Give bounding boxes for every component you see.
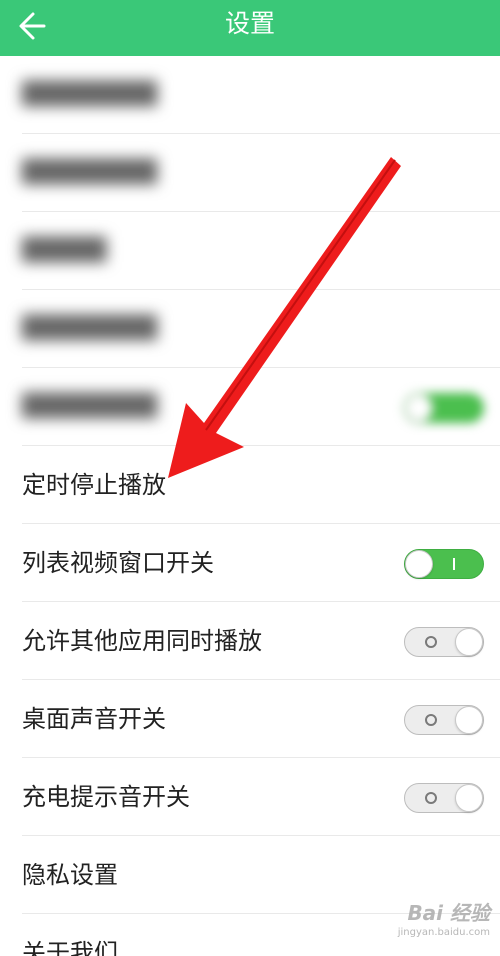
baidu-jingyan-watermark: Bai 经验 jingyan.baidu.com [380,900,490,948]
row-label: █████ [22,238,107,263]
row-label: 桌面声音开关 [22,705,166,733]
settings-row-blurred-3[interactable]: █████ [0,212,500,290]
settings-row-timer-stop[interactable]: 定时停止播放 [0,446,500,524]
toggle-off-mark-icon [425,636,437,648]
row-label: ████████ [22,82,158,107]
allow-other-apps-toggle[interactable] [404,627,484,657]
row-label: ████████ [22,160,158,185]
toggle-off-mark-icon [425,792,437,804]
settings-list: ████████ ████████ █████ ████████ ███████… [0,56,500,956]
desktop-sound-toggle[interactable] [404,705,484,735]
settings-row-blurred-5[interactable]: ████████ [0,368,500,446]
title-bar: 设置 [0,0,500,56]
row-label: ████████ [22,394,158,419]
toggle-knob [455,628,483,656]
settings-row-allow-other-apps[interactable]: 允许其他应用同时播放 [0,602,500,680]
toggle-knob [455,706,483,734]
toggle-knob [405,394,433,422]
toggle-knob [455,784,483,812]
settings-row-blurred-1[interactable]: ████████ [0,56,500,134]
toggle-knob [405,550,433,578]
toggle-on-mark-icon [453,558,455,570]
row-label: 列表视频窗口开关 [22,549,214,577]
watermark-url: jingyan.baidu.com [397,927,490,938]
settings-row-charging-sound[interactable]: 充电提示音开关 [0,758,500,836]
settings-row-desktop-sound[interactable]: 桌面声音开关 [0,680,500,758]
settings-row-blurred-4[interactable]: ████████ [0,290,500,368]
watermark-logo-text: Bai 经验 [407,901,490,925]
row-label: 定时停止播放 [22,471,166,499]
page-title: 设置 [224,9,275,38]
row-label: 充电提示音开关 [22,783,190,811]
row-label: ████████ [22,316,158,341]
row-label: 关于我们 [22,939,118,956]
list-video-window-toggle[interactable] [404,549,484,579]
settings-row-list-video-window[interactable]: 列表视频窗口开关 [0,524,500,602]
toggle-off-mark-icon [425,714,437,726]
settings-row-blurred-2[interactable]: ████████ [0,134,500,212]
blurred-toggle-switch[interactable] [404,393,484,423]
charging-sound-toggle[interactable] [404,783,484,813]
row-label: 隐私设置 [22,861,118,889]
row-label: 允许其他应用同时播放 [22,627,262,655]
